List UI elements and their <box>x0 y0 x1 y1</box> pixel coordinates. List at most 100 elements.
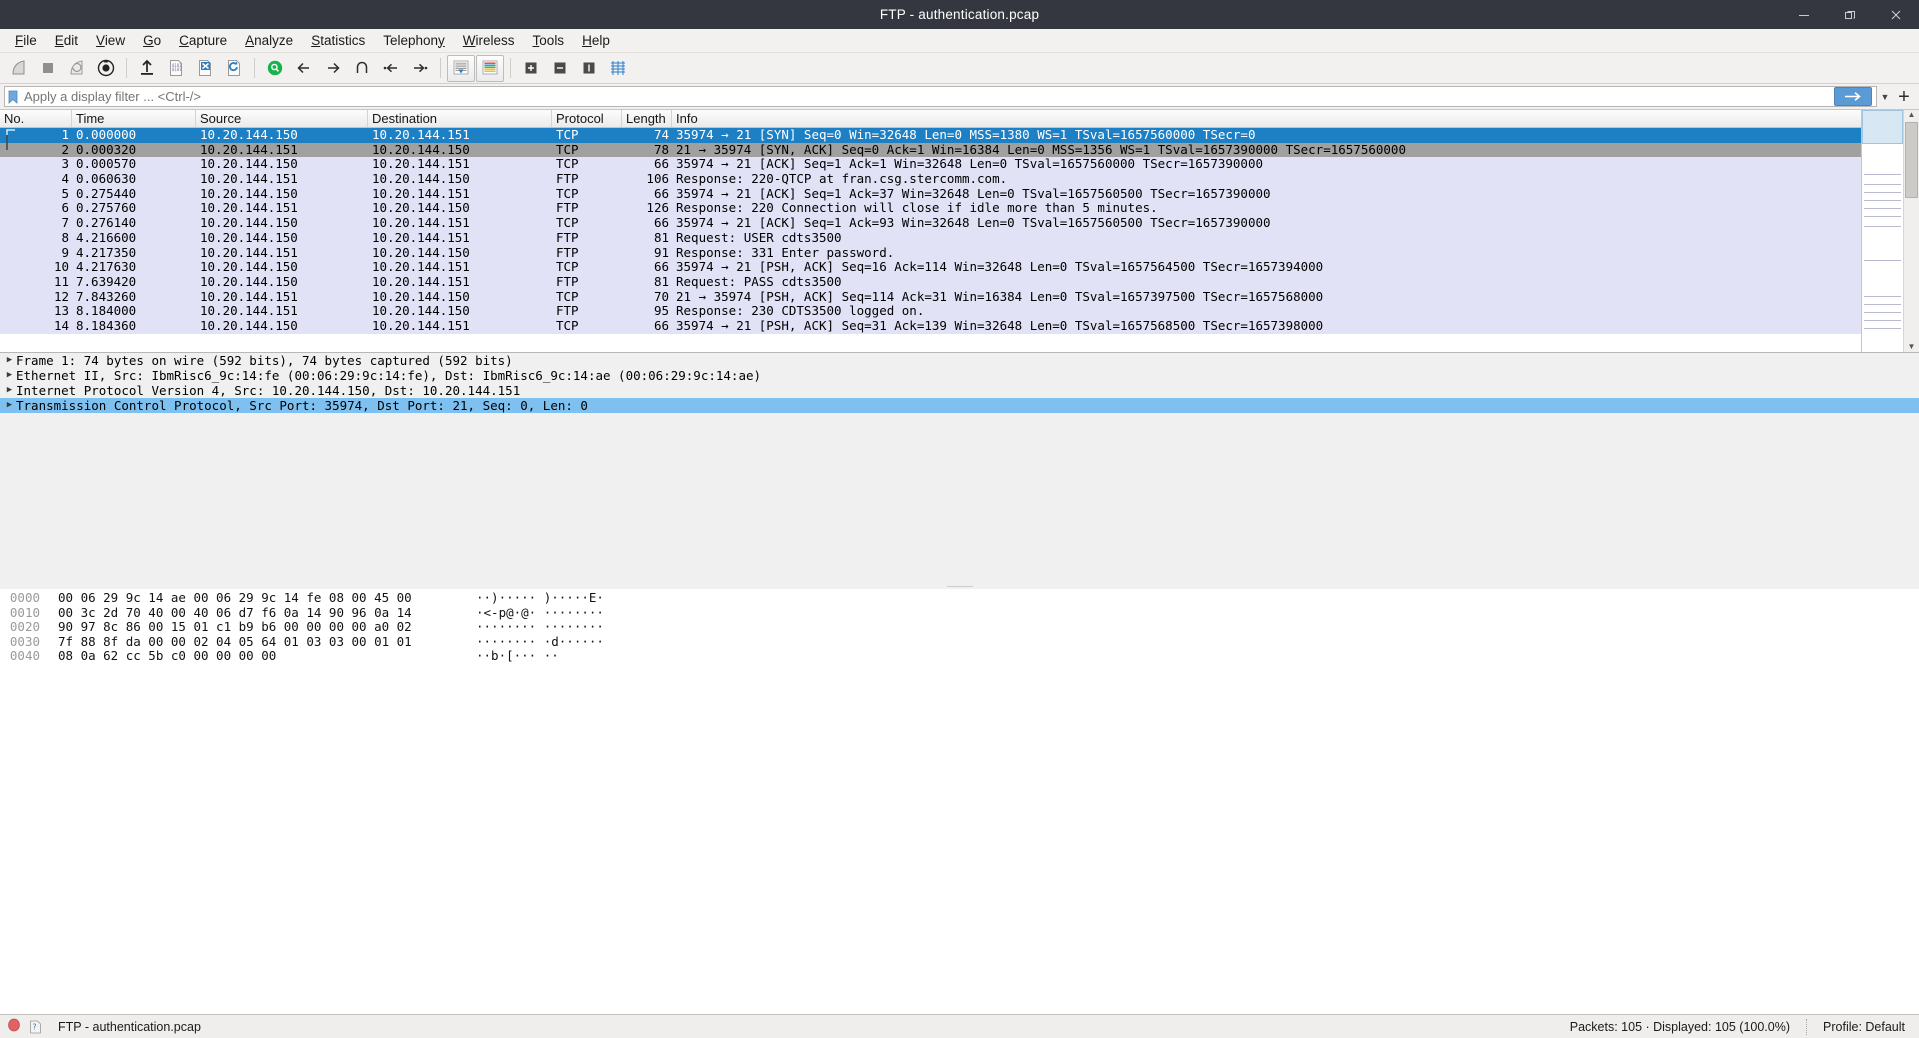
packet-detail-row[interactable]: ▶ Internet Protocol Version 4, Src: 10.20… <box>0 383 1919 398</box>
hex-dump-row[interactable]: 0010 00 3c 2d 70 40 00 40 06 d7 f6 0a 14 … <box>0 605 1919 621</box>
go-forward-icon[interactable] <box>319 55 347 82</box>
packet-list-scrollbar[interactable]: ▲ ▼ <box>1904 110 1919 352</box>
packet-list-row[interactable]: 10 4.217630 10.20.144.150 10.20.144.151 TCP 6… <box>0 260 1919 275</box>
menu-file[interactable]: File <box>6 30 46 52</box>
scroll-down-arrow-icon[interactable]: ▼ <box>1908 342 1916 352</box>
colorize-packets-icon[interactable] <box>476 54 504 82</box>
menu-capture[interactable]: Capture <box>170 30 236 52</box>
start-capture-icon[interactable] <box>5 55 33 82</box>
add-filter-button-icon[interactable]: + <box>1893 86 1915 108</box>
packet-relation-marker <box>0 290 18 305</box>
column-header-no[interactable]: No. <box>0 110 72 127</box>
menu-analyze[interactable]: Analyze <box>236 30 302 52</box>
stop-capture-icon[interactable] <box>34 55 62 82</box>
column-header-length[interactable]: Length <box>622 110 672 127</box>
close-file-icon[interactable] <box>191 55 219 82</box>
menu-wireless[interactable]: Wireless <box>454 30 524 52</box>
expert-info-icon[interactable]: ? <box>28 1019 43 1034</box>
hex-dump-row[interactable]: 0030 7f 88 8f da 00 00 02 04 05 64 01 03 … <box>0 634 1919 650</box>
menu-tools[interactable]: Tools <box>524 30 574 52</box>
packet-list-body[interactable]: 1 0.000000 10.20.144.150 10.20.144.151 TCP 74… <box>0 128 1919 352</box>
close-window-button[interactable] <box>1873 0 1919 29</box>
apply-filter-arrow-icon[interactable] <box>1834 87 1872 106</box>
expand-triangle-icon[interactable]: ▶ <box>3 368 16 383</box>
go-to-first-packet-icon[interactable] <box>377 55 405 82</box>
packet-cell-time: 7.843260 <box>76 289 137 304</box>
zoom-in-icon[interactable] <box>517 55 545 82</box>
packet-list-row[interactable]: 11 7.639420 10.20.144.150 10.20.144.151 FTP 8… <box>0 274 1919 290</box>
hex-dump-row[interactable]: 0040 08 0a 62 cc 5b c0 00 00 00 00 ··b·[··… <box>0 649 1919 664</box>
menu-view[interactable]: View <box>87 30 134 52</box>
packet-details-pane[interactable]: ▶ Frame 1: 74 bytes on wire (592 bits), 7… <box>0 352 1919 584</box>
hex-dump-row[interactable]: 0000 00 06 29 9c 14 ae 00 06 29 9c 14 fe … <box>0 590 1919 606</box>
packet-list-row[interactable]: 6 0.275760 10.20.144.151 10.20.144.150 FTP 12… <box>0 201 1919 217</box>
packet-cell-no: 8 <box>61 230 69 245</box>
packet-list-row[interactable]: 7 0.276140 10.20.144.150 10.20.144.151 TCP 66… <box>0 216 1919 231</box>
chevron-down-icon[interactable]: ▼ <box>1877 87 1893 107</box>
packet-list-row[interactable]: 9 4.217350 10.20.144.151 10.20.144.150 FTP 91… <box>0 245 1919 261</box>
packet-list-row[interactable]: 4 0.060630 10.20.144.151 10.20.144.150 FTP 10… <box>0 172 1919 187</box>
find-packet-icon[interactable] <box>261 55 289 82</box>
expand-triangle-icon[interactable]: ▶ <box>3 383 16 398</box>
packet-cell-protocol: TCP <box>556 318 579 333</box>
restart-capture-icon[interactable] <box>63 55 91 82</box>
zoom-reset-icon[interactable] <box>575 55 603 82</box>
packet-cell-source: 10.20.144.151 <box>200 289 298 304</box>
toolbar-separator-2 <box>254 58 255 78</box>
display-filter-field[interactable] <box>4 86 1877 107</box>
maximize-window-button[interactable] <box>1827 0 1873 29</box>
packet-list-row[interactable]: 12 7.843260 10.20.144.151 10.20.144.150 TCP 7… <box>0 289 1919 305</box>
pane-splitter[interactable] <box>0 584 1919 589</box>
menu-help[interactable]: Help <box>573 30 619 52</box>
minimize-window-button[interactable] <box>1781 0 1827 29</box>
packet-detail-row[interactable]: ▶ Transmission Control Protocol, Src Port… <box>0 398 1919 413</box>
packet-cell-time: 0.000320 <box>76 142 137 157</box>
packet-list-intelligent-scrollbar[interactable] <box>1862 110 1904 352</box>
packet-cell-no: 1 <box>61 128 69 142</box>
packet-list-row[interactable]: 5 0.275440 10.20.144.150 10.20.144.151 TCP 66… <box>0 186 1919 202</box>
column-header-source[interactable]: Source <box>196 110 368 127</box>
capture-status-icon[interactable] <box>7 1018 21 1035</box>
reload-file-icon[interactable] <box>220 55 248 82</box>
packet-list-row[interactable]: 1 0.000000 10.20.144.150 10.20.144.151 TCP 74… <box>0 128 1919 143</box>
packet-list-row[interactable]: 14 8.184360 10.20.144.150 10.20.144.151 TCP 6… <box>0 318 1919 334</box>
auto-scroll-icon[interactable] <box>447 54 475 82</box>
scroll-up-arrow-icon[interactable]: ▲ <box>1908 110 1916 120</box>
packet-relation-marker <box>0 134 18 158</box>
save-file-icon[interactable]: 0101 0101 <box>162 55 190 82</box>
packet-cell-length: 66 <box>653 157 669 172</box>
hex-dump-row[interactable]: 0020 90 97 8c 86 00 15 01 c1 b9 b6 00 00 … <box>0 620 1919 635</box>
open-file-icon[interactable] <box>133 55 161 82</box>
go-to-packet-icon[interactable] <box>348 55 376 82</box>
zoom-out-icon[interactable] <box>546 55 574 82</box>
packet-list-row[interactable]: 3 0.000570 10.20.144.150 10.20.144.151 TCP 66… <box>0 157 1919 173</box>
expand-triangle-icon[interactable]: ▶ <box>3 353 16 368</box>
resize-columns-icon[interactable] <box>604 55 632 82</box>
packet-detail-row[interactable]: ▶ Frame 1: 74 bytes on wire (592 bits), 7… <box>0 353 1919 368</box>
packet-bytes-pane[interactable]: 0000 00 06 29 9c 14 ae 00 06 29 9c 14 fe … <box>0 589 1919 1014</box>
minimap-viewport-thumb[interactable] <box>1862 110 1903 144</box>
menu-telephony[interactable]: Telephony <box>374 30 454 52</box>
go-to-last-packet-icon[interactable] <box>406 55 434 82</box>
column-header-destination[interactable]: Destination <box>368 110 552 127</box>
expand-triangle-icon[interactable]: ▶ <box>3 398 16 413</box>
packet-list-row[interactable]: 8 4.216600 10.20.144.150 10.20.144.151 FTP 81… <box>0 230 1919 246</box>
packet-list-row[interactable]: 2 0.000320 10.20.144.151 10.20.144.150 TCP 78… <box>0 134 1919 158</box>
bookmark-icon[interactable] <box>7 89 19 104</box>
column-header-info[interactable]: Info <box>672 110 1919 127</box>
packet-detail-row[interactable]: ▶ Ethernet II, Src: IbmRisc6_9c:14:fe (00… <box>0 368 1919 383</box>
go-back-icon[interactable] <box>290 55 318 82</box>
capture-options-icon[interactable] <box>92 55 120 82</box>
menu-statistics[interactable]: Statistics <box>302 30 374 52</box>
status-profile-label[interactable]: Profile: Default <box>1807 1020 1919 1034</box>
packet-list-pane[interactable]: No. Time Source Destination Protocol Len… <box>0 110 1919 352</box>
menu-edit[interactable]: Edit <box>46 30 87 52</box>
scrollbar-thumb[interactable] <box>1905 122 1918 198</box>
display-filter-input[interactable] <box>19 88 1834 105</box>
packet-cell-length: 106 <box>646 172 669 187</box>
packet-list-row[interactable]: 13 8.184000 10.20.144.151 10.20.144.150 FTP 9… <box>0 304 1919 319</box>
menu-go[interactable]: Go <box>134 30 170 52</box>
column-header-time[interactable]: Time <box>72 110 196 127</box>
column-header-protocol[interactable]: Protocol <box>552 110 622 127</box>
main-toolbar: 0101 0101 <box>0 53 1919 84</box>
